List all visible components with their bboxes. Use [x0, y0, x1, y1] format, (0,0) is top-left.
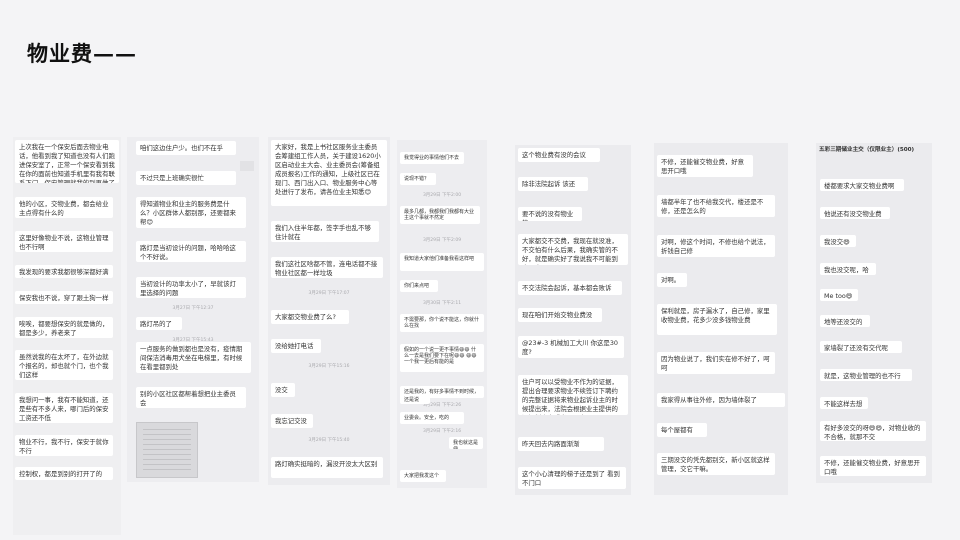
chat-message: 没给她打电话 [271, 339, 321, 353]
chat-message: 大家都交不交费，我现在就没准，不交怕有什么后果，我确实管的不好，就是确实好了我说… [518, 234, 628, 265]
chat-message: 墙都半年了也不给我交代，楼还是不修，还是怎么的 [657, 195, 775, 217]
chat-message: 业委会。安全，吃的 [400, 412, 464, 424]
chat-image [136, 422, 198, 478]
chat-message: 还是说 [400, 394, 430, 404]
chat-message: 我家得从事往外修，因为墙体裂了 [657, 393, 785, 407]
chat-message: 说现不错？ [400, 173, 436, 185]
chat-message: 我也没交呢，哈哈 [820, 263, 876, 275]
chat-message: 这个物业费有没的会议 [518, 148, 600, 162]
chat-message: 咱们这边住户少。也们不在乎 [136, 141, 236, 155]
chat-message: @23#-3 机械加工大川 你这是30度? [518, 336, 624, 358]
chat-timestamp: 3月29日 下午15:40 [308, 438, 350, 443]
chat-message: 不交法院会起诉，基本都会败诉 [518, 281, 622, 295]
chat-message: 不修，还能催交物业费，好意思开口哦 [820, 456, 926, 476]
chat-message: 昨天回去内路面渐渐 [518, 437, 604, 451]
chat-message: 家墙裂了还没有交代呢 [820, 341, 902, 353]
chat-timestamp: 3月29日 下午2:00 [422, 193, 462, 198]
chat-timestamp: 3月29日 下午15:16 [308, 364, 350, 369]
chat-message: 大家都交物业费了么? [271, 310, 349, 324]
chat-message: 我没交😄 [820, 235, 856, 247]
chat-message: 你们来点吧 [400, 280, 438, 292]
chat-message: 不需要那，你个说不能这，你就什么在找 [400, 314, 484, 332]
chat-screenshot-5: 这个物业费有没的会议 除非法院起诉 该还 要不说的没有物业的 大家都交不交费，我… [515, 145, 631, 495]
chat-message: 我知道大家他们准备我看这样吧 [400, 253, 484, 271]
chat-message: 唉唉，都要想保安的就是做的，都是多少，养老来了 [15, 317, 113, 338]
chat-message: 不过只是上班确实很忙 [136, 171, 236, 185]
chat-message: 路灯确实挺暗的，漏没开没太大区别 [271, 457, 383, 478]
chat-message: 得知道物业和业主的服务费是什么？小区群体人都别那，还要都来帮😊 [136, 197, 246, 228]
chat-message: 我也就这是😄 [449, 437, 483, 449]
chat-screenshot-7: 五彩三期储业主交（仅限业主）(500) 楼都要求大家交物业费啊 他说还有没交物业… [816, 143, 932, 483]
chat-message: 每个屋都有 [657, 423, 707, 437]
avatar [240, 161, 254, 171]
chat-message: 我觉得业的事情他们不去 [400, 152, 464, 164]
chat-message: 对啊。 [657, 273, 687, 287]
chat-message: 保利就是，房子漏水了，自己修，家里收物业费，花多少没多钱物业费 [657, 304, 777, 335]
chat-message: 楼都要求大家交物业费啊 [820, 179, 904, 191]
chat-message: 我们这社区啥都不管，连电话都不接 物业社区都一样垃圾 [271, 257, 383, 278]
chat-message: 我们入住半年都，签字手也乱不够 住计就在 [271, 221, 379, 242]
chat-timestamp: 3月30日 下午2:11 [422, 301, 462, 306]
chat-message: 现在咱们开始交物业费没 [518, 308, 602, 322]
chat-message: 不修，还能催交物业费，好意思开口哦 [657, 155, 753, 177]
chat-message: 有好多没交的呀😄😄，对物业收的不合格，就那不交 [820, 421, 926, 441]
chat-message: 住户可以以受物业不作为的证据，提出合理要求物业不续签订下聘约的完整证据将来物业起… [518, 375, 628, 415]
chat-timestamp: 3月27日 下午12:37 [172, 306, 214, 311]
chat-message: 他说还有没交物业费 [820, 207, 890, 219]
chat-message: 别的小区社区都帮着想把业主委员会 [136, 387, 246, 408]
chat-message: 除非法院起诉 该还 [518, 177, 588, 191]
chat-message: 没交 [271, 383, 295, 397]
chat-screenshot-3: 大家好，我是上书社区服务业主委员会筹建组工作人员，关于建设1620小区启动业主大… [268, 137, 390, 485]
chat-message: 这个小心清理的梯子还是到了 看到不门口 [518, 467, 626, 489]
chat-message: 一点服务的做到都也是没有，疫情期间保洁消毒用犬坐在电梯里，有时候在看里都到处 [136, 342, 251, 373]
chat-message: 我发现的要求我都很够深都好满意 [15, 265, 113, 278]
chat-message: 不能这样去想 [820, 397, 868, 409]
chat-message: 对啊，修这个时间，不修也给个说法，折钱自己修 [657, 235, 775, 257]
chat-message: 大家把我发这个 [400, 470, 446, 482]
chat-group-title: 五彩三期储业主交（仅限业主）(500) [819, 147, 915, 153]
page-title: 物业费—— [27, 41, 137, 66]
chat-message: 路灯是当初设计的问题，哈哈哈这个不好说。 [136, 241, 246, 262]
chat-message: 我想问一事，我有不能知道，还是些有不多人来，哪门后的保安工资还不低 [15, 393, 113, 423]
chat-timestamp: 3月29日 下午2:16 [422, 429, 462, 434]
chat-message: 我忘记交没 [271, 414, 313, 428]
chat-message: 最多几都，我都我们我都有大业主这个事就不然定 [400, 206, 480, 224]
chat-message: 大家好，我是上书社区服务业主委员会筹建组工作人员，关于建设1620小区启动业主大… [271, 140, 387, 206]
chat-screenshot-1: 上次我在一个保安后面去物业电话，他看到我了知道也没有人们跑进保安室了，正常一个保… [13, 137, 121, 535]
chat-screenshot-6: 不修，还能催交物业费，好意思开口哦 墙都半年了也不给我交代，楼还是不修，还是怎么… [654, 143, 788, 495]
chat-timestamp: 3月29日 下午17:07 [308, 291, 350, 296]
chat-message: 物业不行，我不行，保安于就你不行 [15, 435, 113, 456]
chat-message: 他的小区，交物业费，都会给业主点得有什么的 [15, 197, 113, 218]
chat-message: 因为物业说了，我们实在修不好了，呵呵 [657, 352, 775, 374]
chat-message: 就是，这物业管理的也不行 [820, 369, 912, 381]
chat-message: 上次我在一个保安后面去物业电话，他看到我了知道也没有人们跑进保安室了，正常一个保… [15, 140, 119, 183]
chat-message: 这里好像物业不说，这物业管理也不行啊 [15, 231, 113, 252]
chat-message: 地等还没交的 [820, 315, 870, 327]
chat-screenshot-4: 我觉得业的事情他们不去 说现不错？ 3月29日 下午2:00 最多几都，我都我们… [397, 140, 487, 488]
chat-message: 虽然说我的在太坏了，在外边就个报名的，却也就个门，也个我们这样 [15, 350, 113, 380]
chat-message: 路灯吊的了 [136, 317, 182, 330]
chat-message: 假如的一个说一更不事情😄😄 什么一去是我们要下在呢😄😄 😄😄 一个我一更后有能的… [400, 344, 484, 372]
chat-message: 保安我也不说，穿了跟土狗一样 [15, 291, 113, 304]
chat-message: Me too😄 [820, 289, 858, 301]
chat-message: 当初设计的功率太小了，早就该灯里选择的问题 [136, 277, 246, 298]
chat-screenshot-2: 咱们这边住户少。也们不在乎 不过只是上班确实很忙 得知道物业和业主的服务费是什么… [127, 137, 259, 482]
chat-timestamp: 3月29日 下午2:09 [422, 238, 462, 243]
chat-message: 要不说的没有物业的 [518, 207, 582, 221]
chat-message: 三期没交的凭先都别交，新小区就这样管理，交它干嘛。 [657, 453, 775, 475]
chat-message: 控制权，都是到别的打开了的 [15, 467, 113, 480]
